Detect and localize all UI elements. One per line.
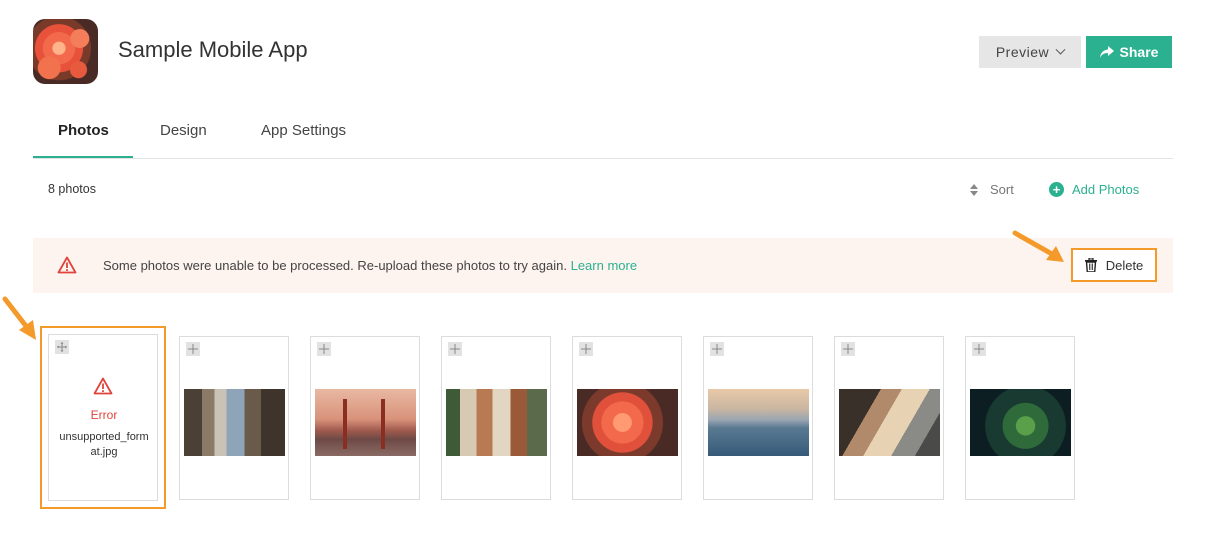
photo-count: 8 photos: [48, 182, 96, 196]
green-leaves-thumbnail: [970, 389, 1071, 456]
sea-horizon-thumbnail: [708, 389, 809, 456]
sort-label: Sort: [990, 182, 1014, 197]
learn-more-link[interactable]: Learn more: [571, 258, 637, 273]
photo-card[interactable]: [834, 336, 944, 500]
photo-card-error[interactable]: Error unsupported_format.jpg: [48, 334, 158, 501]
share-label: Share: [1119, 44, 1159, 60]
plus-circle-icon: +: [1049, 182, 1064, 197]
trash-icon: [1084, 258, 1097, 272]
delete-label: Delete: [1105, 257, 1144, 273]
annotation-arrow-icon: [2, 296, 36, 340]
share-arrow-icon: [1099, 46, 1114, 58]
add-photos-button[interactable]: + Add Photos: [1049, 182, 1139, 197]
add-photos-label: Add Photos: [1072, 182, 1140, 197]
preview-label: Preview: [995, 44, 1050, 60]
share-button[interactable]: Share: [1086, 36, 1172, 68]
golden-gate-bridge-thumbnail: [315, 389, 416, 456]
photo-card[interactable]: [441, 336, 551, 500]
city-street-thumbnail: [184, 389, 285, 456]
sort-icon: [970, 183, 978, 196]
alert-message: Some photos were unable to be processed.…: [103, 258, 567, 273]
photo-card[interactable]: [703, 336, 813, 500]
chevron-down-icon: [1055, 44, 1066, 55]
photo-card[interactable]: [310, 336, 420, 500]
active-tab-indicator: [33, 156, 133, 158]
orange-flowers-thumbnail: [577, 389, 678, 456]
village-buildings-thumbnail: [446, 389, 547, 456]
drag-handle-icon[interactable]: [841, 342, 855, 356]
tab-app-settings[interactable]: App Settings: [261, 122, 346, 139]
drag-handle-icon[interactable]: [55, 340, 69, 354]
error-label: Error: [90, 408, 118, 422]
tab-bar: Photos Design App Settings: [33, 104, 1173, 159]
drag-handle-icon[interactable]: [579, 342, 593, 356]
preview-button[interactable]: Preview: [979, 36, 1081, 68]
warning-icon: [57, 256, 77, 274]
mountain-cliff-thumbnail: [839, 389, 940, 456]
app-title: Sample Mobile App: [118, 37, 308, 62]
photo-card[interactable]: [179, 336, 289, 500]
tab-design[interactable]: Design: [160, 122, 207, 139]
error-filename: unsupported_format.jpg: [59, 431, 149, 458]
photo-card[interactable]: [965, 336, 1075, 500]
tab-photos[interactable]: Photos: [58, 122, 109, 139]
drag-handle-icon[interactable]: [448, 342, 462, 356]
drag-handle-icon[interactable]: [186, 342, 200, 356]
annotation-arrow-icon: [1012, 230, 1064, 262]
delete-button[interactable]: Delete: [1071, 248, 1157, 282]
error-alert-banner: Some photos were unable to be processed.…: [33, 238, 1173, 293]
warning-icon: [93, 377, 113, 395]
drag-handle-icon[interactable]: [710, 342, 724, 356]
alert-message-line: Some photos were unable to be processed.…: [103, 258, 637, 273]
sort-button[interactable]: Sort: [970, 182, 1014, 197]
drag-handle-icon[interactable]: [317, 342, 331, 356]
app-icon: [33, 19, 98, 84]
photo-card[interactable]: [572, 336, 682, 500]
drag-handle-icon[interactable]: [972, 342, 986, 356]
